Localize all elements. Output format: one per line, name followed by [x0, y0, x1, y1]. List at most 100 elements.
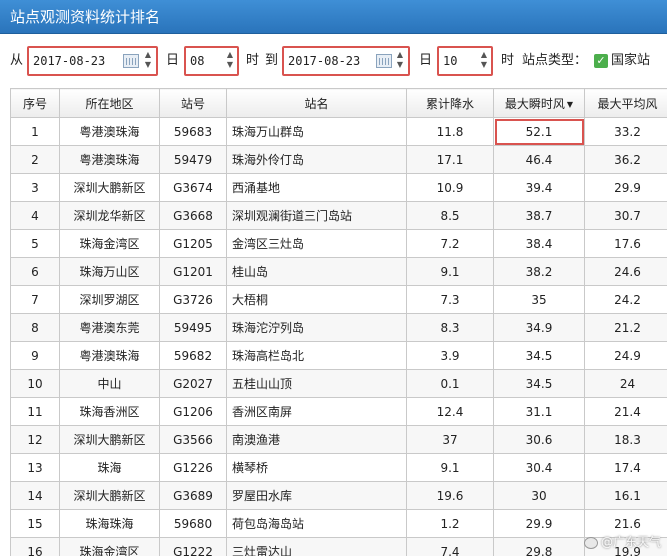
- cell-station-id: G3668: [159, 201, 227, 230]
- column-header-label: 累计降水: [425, 96, 474, 111]
- cell-region: 珠海珠海: [59, 509, 160, 538]
- column-header-precip[interactable]: 累计降水: [406, 88, 494, 118]
- cell-max-gust: 38.7: [493, 201, 585, 230]
- table-row[interactable]: 4 深圳龙华新区 G3668 深圳观澜街道三门岛站 8.5 38.7 30.7: [10, 201, 667, 230]
- cell-max-avg-wind: 21.4: [584, 397, 667, 426]
- cell-index: 12: [10, 425, 60, 454]
- end-hour-spinner-icon[interactable]: ▲ ▼: [478, 50, 490, 72]
- cell-max-gust: 29.9: [493, 509, 585, 538]
- column-header-label: 所在地区: [85, 96, 134, 111]
- cell-region: 粤港澳珠海: [59, 117, 160, 146]
- cell-station-id: G3726: [159, 285, 227, 314]
- cell-station-id: 59683: [159, 117, 227, 146]
- column-header-max-avg-wind[interactable]: 最大平均风: [584, 88, 667, 118]
- window-title: 站点观测资料统计排名: [0, 0, 667, 34]
- start-date-field[interactable]: 2017-08-23 ▲ ▼: [27, 46, 158, 76]
- cell-index: 1: [10, 117, 60, 146]
- start-hour-input[interactable]: 08: [190, 48, 204, 74]
- cell-precip: 7.4: [406, 537, 494, 556]
- cell-region: 深圳龙华新区: [59, 201, 160, 230]
- cell-region: 粤港澳珠海: [59, 341, 160, 370]
- cell-region: 珠海万山区: [59, 257, 160, 286]
- cell-region: 深圳罗湖区: [59, 285, 160, 314]
- station-type-checkbox[interactable]: ✓ 国家站: [594, 44, 650, 78]
- cell-station-id: G1201: [159, 257, 227, 286]
- cell-precip: 17.1: [406, 145, 494, 174]
- table-row[interactable]: 1 粤港澳珠海 59683 珠海万山群岛 11.8 52.1 33.2: [10, 117, 667, 146]
- end-date-spinner-icon[interactable]: ▲ ▼: [394, 50, 406, 72]
- table-row[interactable]: 11 珠海香洲区 G1206 香洲区南屏 12.4 31.1 21.4: [10, 397, 667, 426]
- cell-region: 深圳大鹏新区: [59, 173, 160, 202]
- cell-region: 珠海香洲区: [59, 397, 160, 426]
- cell-station-id: G1205: [159, 229, 227, 258]
- cell-index: 4: [10, 201, 60, 230]
- table-row[interactable]: 5 珠海金湾区 G1205 金湾区三灶岛 7.2 38.4 17.6: [10, 229, 667, 258]
- start-date-spinner-icon[interactable]: ▲ ▼: [142, 50, 154, 72]
- cell-max-gust: 30.4: [493, 453, 585, 482]
- column-header-label: 站号: [180, 96, 205, 111]
- cell-station-name: 珠海高栏岛北: [226, 341, 407, 370]
- cell-index: 11: [10, 397, 60, 426]
- from-label: 从: [10, 53, 24, 68]
- cell-station-name: 珠海沱泞列岛: [226, 313, 407, 342]
- station-type-label: 站点类型：: [522, 53, 588, 68]
- cell-station-id: G3674: [159, 173, 227, 202]
- cell-max-gust: 29.8: [493, 537, 585, 556]
- table-row[interactable]: 16 珠海金湾区 G1222 三灶雷达山 7.4 29.8 19.9: [10, 537, 667, 556]
- table-row[interactable]: 8 粤港澳东莞 59495 珠海沱泞列岛 8.3 34.9 21.2: [10, 313, 667, 342]
- start-date-input[interactable]: 2017-08-23: [33, 48, 105, 74]
- table-row[interactable]: 2 粤港澳珠海 59479 珠海外伶仃岛 17.1 46.4 36.2: [10, 145, 667, 174]
- check-icon[interactable]: ✓: [594, 53, 608, 68]
- table-row[interactable]: 13 珠海 G1226 横琴桥 9.1 30.4 17.4: [10, 453, 667, 482]
- cell-max-avg-wind: 29.9: [584, 173, 667, 202]
- calendar-icon[interactable]: [123, 54, 139, 68]
- column-header-label: 序号: [22, 96, 47, 111]
- cell-max-gust: 46.4: [493, 145, 585, 174]
- cell-station-id: G3566: [159, 425, 227, 454]
- cell-station-id: G1222: [159, 537, 227, 556]
- cell-max-gust: 34.5: [493, 369, 585, 398]
- table-row[interactable]: 6 珠海万山区 G1201 桂山岛 9.1 38.2 24.6: [10, 257, 667, 286]
- table-body: 1 粤港澳珠海 59683 珠海万山群岛 11.8 52.1 33.2 2 粤港澳珠海 59479…: [10, 117, 667, 556]
- cell-max-avg-wind: 17.4: [584, 453, 667, 482]
- column-header-max-gust[interactable]: 最大瞬时风 ▼: [493, 88, 585, 118]
- cell-precip: 10.9: [406, 173, 494, 202]
- station-type-option: 国家站: [611, 53, 651, 68]
- table-row[interactable]: 14 深圳大鹏新区 G3689 罗屋田水库 19.6 30 16.1: [10, 481, 667, 510]
- table-row[interactable]: 15 珠海珠海 59680 荷包岛海岛站 1.2 29.9 21.6: [10, 509, 667, 538]
- table-row[interactable]: 12 深圳大鹏新区 G3566 南澳渔港 37 30.6 18.3: [10, 425, 667, 454]
- cell-index: 15: [10, 509, 60, 538]
- table-row[interactable]: 9 粤港澳珠海 59682 珠海高栏岛北 3.9 34.5 24.9: [10, 341, 667, 370]
- cell-max-avg-wind: 24.6: [584, 257, 667, 286]
- cell-station-name: 香洲区南屏: [226, 397, 407, 426]
- column-header-index[interactable]: 序号: [10, 88, 60, 118]
- end-hour-input[interactable]: 10: [443, 48, 457, 74]
- hour-label: 时: [501, 53, 515, 68]
- cell-region: 粤港澳珠海: [59, 145, 160, 174]
- cell-station-name: 金湾区三灶岛: [226, 229, 407, 258]
- cell-precip: 9.1: [406, 257, 494, 286]
- table-row[interactable]: 3 深圳大鹏新区 G3674 西涌基地 10.9 39.4 29.9: [10, 173, 667, 202]
- cell-station-name: 南澳渔港: [226, 425, 407, 454]
- end-hour-field[interactable]: 10 ▲ ▼: [437, 46, 493, 76]
- calendar-icon[interactable]: [376, 54, 392, 68]
- cell-station-id: G2027: [159, 369, 227, 398]
- column-header-station-id[interactable]: 站号: [159, 88, 227, 118]
- column-header-region[interactable]: 所在地区: [59, 88, 160, 118]
- cell-max-avg-wind: 24.9: [584, 341, 667, 370]
- column-header-station-name[interactable]: 站名: [226, 88, 407, 118]
- cell-region: 粤港澳东莞: [59, 313, 160, 342]
- start-hour-field[interactable]: 08 ▲ ▼: [184, 46, 239, 76]
- end-date-input[interactable]: 2017-08-23: [288, 48, 360, 74]
- end-date-field[interactable]: 2017-08-23 ▲ ▼: [282, 46, 410, 76]
- cell-precip: 8.3: [406, 313, 494, 342]
- table-row[interactable]: 7 深圳罗湖区 G3726 大梧桐 7.3 35 24.2: [10, 285, 667, 314]
- start-hour-spinner-icon[interactable]: ▲ ▼: [224, 50, 236, 72]
- weibo-icon: [583, 536, 598, 549]
- sort-desc-icon[interactable]: ▼: [567, 100, 573, 109]
- table-row[interactable]: 10 中山 G2027 五桂山山顶 0.1 34.5 24: [10, 369, 667, 398]
- cell-precip: 19.6: [406, 481, 494, 510]
- cell-station-id: G1206: [159, 397, 227, 426]
- cell-station-name: 桂山岛: [226, 257, 407, 286]
- cell-max-gust: 30.6: [493, 425, 585, 454]
